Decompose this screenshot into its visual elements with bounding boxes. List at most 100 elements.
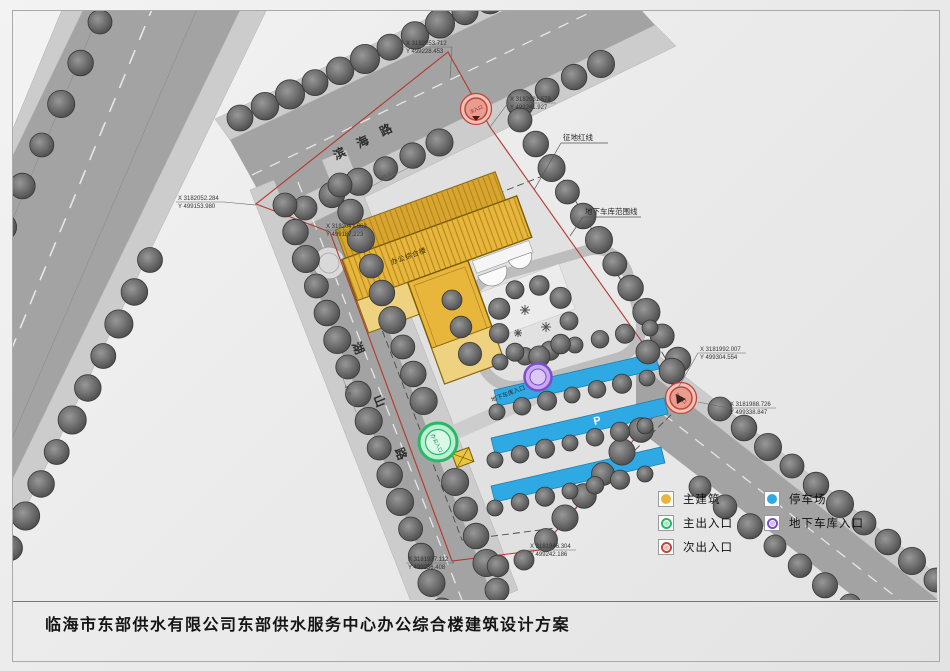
tree-icon — [68, 50, 94, 76]
tree-icon — [369, 280, 395, 306]
tree-icon — [562, 483, 578, 499]
tree-icon — [511, 446, 529, 464]
tree-icon — [535, 439, 554, 458]
drawing-page: P 办公综合楼 — [0, 0, 950, 671]
tree-icon — [513, 398, 531, 416]
svg-text:X 3181937.112: X 3181937.112 — [408, 557, 449, 563]
tree-icon — [487, 452, 503, 468]
tree-icon — [737, 514, 762, 539]
tree-icon — [292, 245, 319, 272]
legend-item-building: 主建筑 — [658, 490, 733, 508]
tree-icon — [551, 334, 571, 354]
svg-text:Y 499236.408: Y 499236.408 — [408, 565, 446, 571]
tree-icon — [508, 108, 532, 132]
tree-icon — [283, 219, 309, 245]
tree-icon — [88, 10, 112, 34]
svg-text:地下车库范围线: 地下车库范围线 — [585, 206, 638, 216]
tree-icon — [314, 300, 340, 326]
tree-icon — [586, 477, 604, 495]
tree-icon — [418, 569, 445, 596]
svg-text:X 3181946.304: X 3181946.304 — [530, 544, 571, 550]
tree-icon — [350, 44, 379, 73]
tree-icon — [610, 470, 629, 489]
tree-icon — [535, 487, 554, 506]
tree-icon — [506, 343, 524, 361]
tree-icon — [28, 471, 55, 498]
tree-icon — [138, 248, 163, 273]
tree-icon — [227, 105, 253, 131]
tree-icon — [48, 90, 75, 117]
main-entrance-marker: 办公入口 — [419, 423, 457, 461]
tree-icon — [764, 535, 786, 557]
tree-icon — [603, 252, 627, 276]
tree-icon — [426, 129, 453, 156]
tree-icon — [492, 354, 508, 370]
tree-icon — [326, 57, 354, 85]
building-swatch-icon — [658, 491, 674, 507]
tree-icon — [560, 312, 578, 330]
legend-item-main-entrance: 主出入口 — [658, 514, 733, 532]
drawing-title: 临海市东部供水有限公司东部供水服务中心办公综合楼建筑设计方案 — [45, 611, 570, 635]
tree-icon — [399, 517, 423, 541]
tree-icon — [609, 439, 635, 465]
tree-icon — [30, 133, 54, 157]
tree-icon — [425, 9, 454, 38]
tree-icon — [788, 554, 812, 578]
tree-icon — [754, 433, 781, 460]
tree-icon — [615, 324, 634, 343]
svg-text:Y 499187.223: Y 499187.223 — [326, 232, 364, 238]
svg-text:Y 499153.980: Y 499153.980 — [178, 204, 216, 210]
svg-text:征地红线: 征地红线 — [563, 132, 593, 142]
tree-icon — [450, 316, 472, 338]
title-block: 临海市东部供水有限公司东部供水服务中心办公综合楼建筑设计方案 — [12, 601, 938, 661]
svg-text:Y 499241.927: Y 499241.927 — [510, 105, 548, 111]
tree-icon — [585, 226, 612, 253]
tree-icon — [401, 361, 427, 387]
tree-icon — [564, 387, 580, 403]
legend-item-secondary-entrance: 次出入口 — [658, 538, 733, 556]
svg-text:X 3182053.712: X 3182053.712 — [406, 41, 447, 47]
site-plan-drawing: P 办公综合楼 — [0, 0, 950, 671]
tree-icon — [489, 404, 505, 420]
tree-icon — [454, 497, 478, 521]
tree-icon — [452, 0, 478, 25]
tree-icon — [511, 494, 529, 512]
tree-icon — [898, 547, 925, 574]
svg-text:Y 499304.554: Y 499304.554 — [700, 355, 738, 361]
garage-entrance-swatch-icon — [764, 515, 780, 531]
tree-icon — [489, 298, 510, 319]
tree-icon — [463, 523, 489, 549]
tree-icon — [587, 50, 614, 77]
tree-icon — [10, 173, 36, 199]
tree-icon — [44, 440, 69, 465]
secondary-entrance-marker-north: 次入口 — [461, 94, 492, 125]
tree-icon — [273, 193, 297, 217]
tree-icon — [379, 306, 406, 333]
coordinate-callout: X 3182052.284 Y 499153.980 — [176, 196, 256, 210]
tree-icon — [400, 143, 426, 169]
svg-text:X 3182041.662: X 3182041.662 — [326, 224, 367, 230]
tree-icon — [552, 505, 578, 531]
svg-text:X 3182081.579: X 3182081.579 — [510, 97, 551, 103]
tree-icon — [659, 358, 685, 384]
legend-item-parking: 停车场 — [764, 490, 864, 508]
legend-item-garage-entrance: 地下车库入口 — [764, 514, 864, 532]
tree-icon — [612, 374, 631, 393]
svg-text:X 3182052.284: X 3182052.284 — [178, 196, 219, 202]
tree-icon — [75, 375, 102, 402]
tree-icon — [708, 397, 732, 421]
tree-icon — [251, 92, 279, 120]
tree-icon — [328, 173, 352, 197]
tree-icon — [105, 310, 133, 338]
tree-icon — [637, 418, 653, 434]
tree-icon — [324, 326, 351, 353]
tree-icon — [391, 335, 415, 359]
tree-icon — [636, 340, 660, 364]
tree-icon — [338, 199, 364, 225]
tree-icon — [458, 342, 481, 365]
tree-icon — [530, 276, 550, 296]
tree-icon — [731, 415, 757, 441]
tree-icon — [642, 320, 658, 336]
tree-icon — [924, 568, 948, 592]
tree-icon — [121, 279, 148, 306]
